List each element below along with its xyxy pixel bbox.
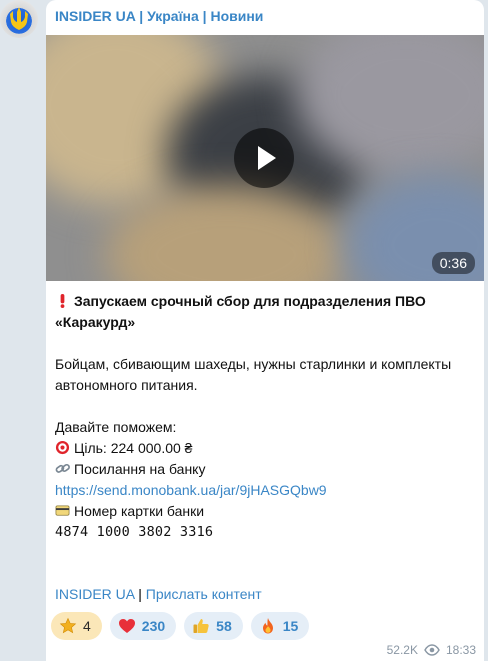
message-meta: 52.2K 18:33: [387, 643, 476, 657]
reaction-heart[interactable]: 230: [109, 612, 177, 640]
bank-link-label: Посилання на банку: [74, 461, 206, 477]
view-count: 52.2K: [386, 643, 418, 657]
eye-icon: [424, 644, 440, 656]
video-duration: 0:36: [431, 252, 475, 274]
link-icon: [55, 463, 70, 473]
reactions-bar: 4 230 58 15: [51, 612, 310, 640]
thumbs-up-icon: [193, 619, 209, 633]
reaction-thumbs-up[interactable]: 58: [184, 612, 243, 640]
bank-url-link[interactable]: https://send.monobank.ua/jar/9jHASGQbw9: [55, 482, 327, 498]
post-help-line: Давайте поможем:: [55, 419, 177, 435]
credit-card-icon: [55, 505, 70, 516]
footer-separator: |: [138, 586, 142, 602]
post-footer-links: INSIDER UA | Прислать контент: [55, 584, 262, 605]
play-button[interactable]: [234, 128, 294, 188]
heart-icon: [118, 619, 135, 633]
channel-link[interactable]: INSIDER UA: [55, 586, 134, 602]
card-number-label: Номер картки банки: [74, 503, 205, 519]
submit-content-link[interactable]: Прислать контент: [146, 586, 262, 602]
reaction-star[interactable]: 4: [51, 612, 102, 640]
reaction-fire[interactable]: 15: [250, 612, 310, 640]
play-icon: [258, 146, 276, 170]
star-icon: [59, 617, 77, 634]
reaction-heart-count: 230: [141, 618, 166, 634]
target-icon: [55, 440, 70, 455]
post-paragraph: Бойцам, сбивающим шахеды, нужны старлинк…: [55, 356, 452, 393]
fire-icon: [262, 618, 273, 634]
post-headline: Запускаем срочный сбор для подразделения…: [55, 293, 426, 330]
reaction-fire-count: 15: [282, 618, 299, 634]
message-time: 18:33: [445, 643, 476, 657]
trident-icon: [10, 7, 28, 30]
channel-avatar[interactable]: [0, 0, 38, 38]
channel-name[interactable]: INSIDER UA | Україна | Новини: [55, 8, 263, 24]
reaction-thumbs-up-count: 58: [216, 618, 232, 634]
goal-amount: Ціль: 224 000.00 ₴: [74, 440, 193, 456]
message-bubble: INSIDER UA | Україна | Новини 0:36 Запус…: [46, 0, 484, 661]
video-preview[interactable]: 0:36: [46, 35, 484, 281]
card-number[interactable]: 4874 1000 3802 3316: [55, 522, 475, 543]
reaction-star-count: 4: [83, 618, 91, 634]
post-text: Запускаем срочный сбор для подразделения…: [55, 291, 475, 543]
exclamation-icon: [60, 293, 65, 308]
